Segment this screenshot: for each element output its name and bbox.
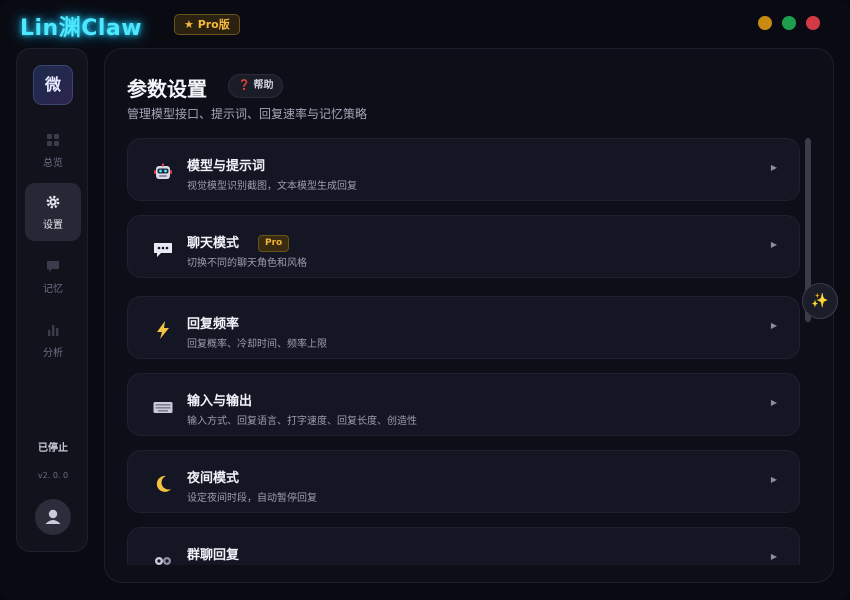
sidebar-item-label: 设置 (43, 220, 63, 231)
window-maximize-button[interactable] (782, 16, 796, 30)
chevron-right-icon: ▶ (770, 552, 777, 561)
chevron-right-icon: ▶ (770, 321, 777, 330)
settings-card-group-reply[interactable]: 群聊回复 ▶ (127, 527, 800, 565)
help-label: 帮助 (253, 80, 274, 91)
app-avatar[interactable]: 微 (33, 65, 73, 105)
settings-card-reply-rate[interactable]: 回复频率 回复概率、冷却时间、频率上限 ▶ (127, 296, 800, 359)
settings-panel: 参数设置 ❓ 帮助 管理模型接口、提示词、回复速率与记忆策略 模型与提示词 视觉… (104, 48, 834, 583)
chevron-right-icon: ▶ (770, 163, 777, 172)
status-label: 已停止 (38, 443, 68, 454)
sidebar-item-label: 分析 (43, 348, 63, 359)
user-avatar-button[interactable] (35, 499, 71, 535)
settings-card-chat-mode[interactable]: 聊天模式 Pro 切换不同的聊天角色和风格 ▶ (127, 215, 800, 278)
sidebar-item-overview[interactable]: 总览 (25, 121, 81, 179)
help-button[interactable]: ❓ 帮助 (228, 74, 284, 98)
card-description: 输入方式、回复语言、打字速度、回复长度、创造性 (187, 416, 417, 427)
card-title: 聊天模式 (187, 236, 240, 251)
window-minimize-button[interactable] (758, 16, 772, 30)
sidebar: 微 总览 设置 记忆 分析 已停止 v2. 0. 0 (16, 48, 88, 552)
keyboard-icon (152, 396, 174, 418)
sidebar-item-analytics[interactable]: 分析 (25, 311, 81, 369)
card-description: 视觉模型识别截图，文本模型生成回复 (187, 181, 357, 192)
bar-chart-icon (48, 325, 59, 336)
card-description: 切换不同的聊天角色和风格 (187, 258, 307, 269)
card-title: 模型与提示词 (187, 159, 266, 174)
robot-icon (152, 161, 174, 183)
sidebar-item-label: 总览 (43, 158, 63, 169)
chevron-right-icon: ▶ (770, 475, 777, 484)
version-label: v2. 0. 0 (37, 471, 69, 480)
lightning-icon (152, 319, 174, 341)
chevron-right-icon: ▶ (770, 240, 777, 249)
group-icon (152, 550, 174, 565)
settings-card-input-output[interactable]: 输入与输出 输入方式、回复语言、打字速度、回复长度、创造性 ▶ (127, 373, 800, 436)
chevron-right-icon: ▶ (770, 398, 777, 407)
page-subtitle: 管理模型接口、提示词、回复速率与记忆策略 (127, 107, 368, 121)
app-window: Lin渊Claw ★ Pro版 微 总览 设置 记忆 分析 已停止 v2. 0.… (0, 0, 850, 600)
card-description: 设定夜间时段，自动暂停回复 (187, 493, 317, 504)
sidebar-item-settings[interactable]: 设置 (25, 183, 81, 241)
card-title: 回复频率 (187, 317, 240, 332)
card-title: 夜间模式 (187, 471, 240, 486)
gear-icon (46, 195, 60, 209)
user-icon (45, 509, 61, 524)
speech-bubble-icon (152, 238, 174, 260)
sparkle-icon: ✨ (811, 293, 829, 309)
question-icon: ❓ (238, 80, 251, 91)
settings-list: 模型与提示词 视觉模型识别截图，文本模型生成回复 ▶ 聊天模式 Pro 切换不同… (127, 138, 800, 565)
pro-badge: Pro (258, 235, 290, 252)
page-title: 参数设置 (127, 77, 207, 101)
chat-bubble-icon (47, 261, 59, 272)
settings-card-night-mode[interactable]: 夜间模式 设定夜间时段，自动暂停回复 ▶ (127, 450, 800, 513)
dashboard-icon (47, 134, 59, 146)
assistant-fab-button[interactable]: ✨ (802, 283, 838, 319)
moon-icon (152, 473, 174, 495)
sidebar-item-memory[interactable]: 记忆 (25, 247, 81, 305)
card-title: 群聊回复 (187, 548, 240, 563)
card-description: 回复概率、冷却时间、频率上限 (187, 339, 327, 350)
card-title: 输入与输出 (187, 394, 253, 409)
app-logo: Lin渊Claw (20, 16, 143, 41)
pro-edition-badge: ★ Pro版 (174, 14, 240, 35)
sidebar-item-label: 记忆 (43, 284, 63, 295)
window-close-button[interactable] (806, 16, 820, 30)
settings-card-model-prompt[interactable]: 模型与提示词 视觉模型识别截图，文本模型生成回复 ▶ (127, 138, 800, 201)
